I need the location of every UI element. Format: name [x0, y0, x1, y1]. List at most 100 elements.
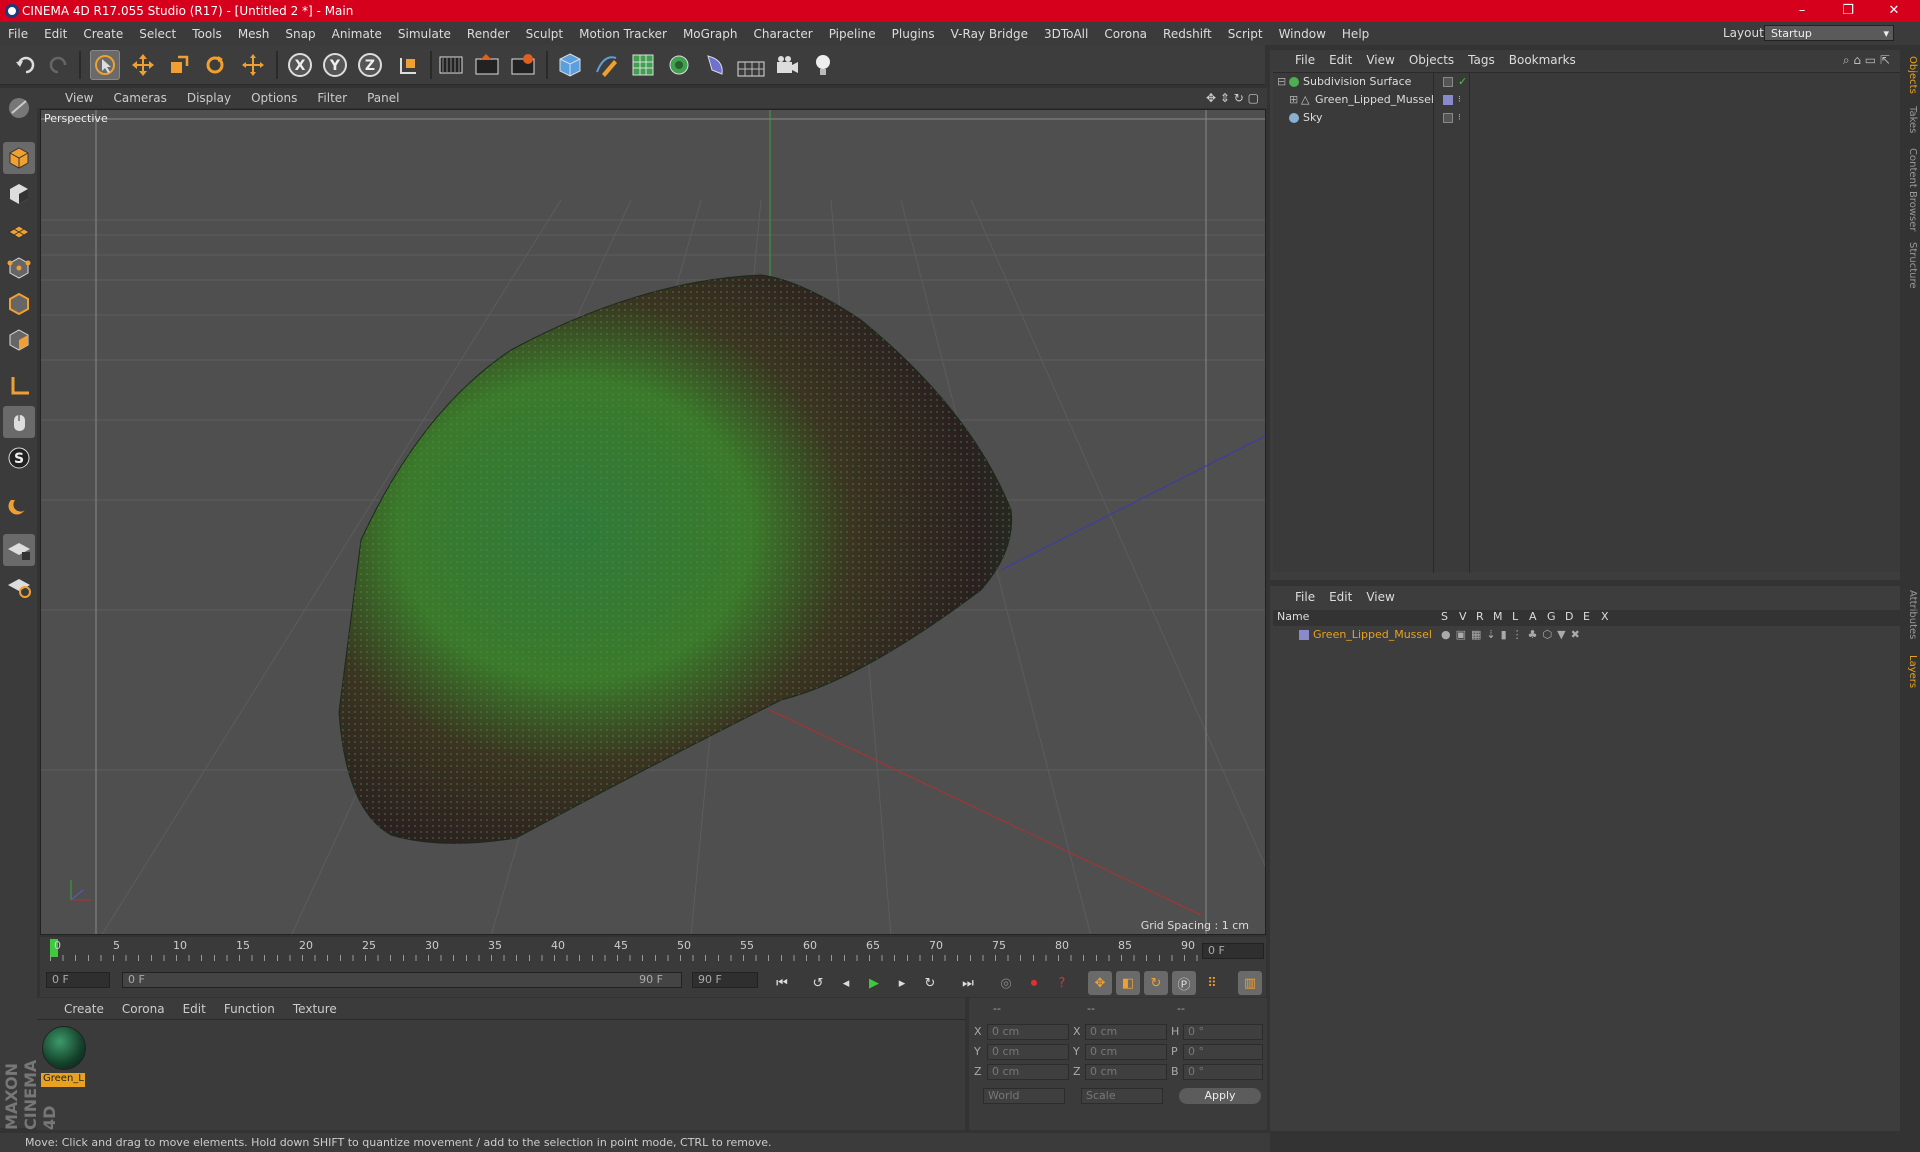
deformer-icon[interactable] — [700, 50, 730, 80]
layer-menu-view[interactable]: View — [1359, 590, 1401, 604]
snap-icon[interactable]: S — [3, 442, 35, 474]
layer-menu-edit[interactable]: Edit — [1322, 590, 1359, 604]
obj-menu-file[interactable]: File — [1288, 53, 1322, 67]
texture-mode-icon[interactable] — [3, 178, 35, 210]
live-select-icon[interactable] — [238, 50, 268, 80]
object-name[interactable]: Sky — [1303, 109, 1322, 127]
tab-layers[interactable]: Layers — [1902, 655, 1918, 688]
menu-select[interactable]: Select — [131, 27, 184, 41]
edges-mode-icon[interactable] — [3, 288, 35, 320]
next-key-icon[interactable]: ↻ — [918, 971, 942, 995]
size-x-field[interactable]: 0 cm — [1085, 1024, 1167, 1040]
coordinate-mode-dropdown[interactable]: World — [983, 1088, 1065, 1104]
undo-icon[interactable] — [10, 50, 40, 80]
menu-mograph[interactable]: MoGraph — [675, 27, 746, 41]
layer-swatch[interactable] — [1443, 95, 1453, 105]
rotate-icon[interactable] — [200, 50, 230, 80]
tab-objects[interactable]: Objects — [1902, 56, 1918, 94]
move-icon[interactable] — [128, 50, 158, 80]
play-icon[interactable]: ▶ — [862, 971, 886, 995]
floor-icon[interactable] — [736, 50, 766, 80]
menu-vray-bridge[interactable]: V-Ray Bridge — [943, 27, 1036, 41]
workplane-icon[interactable] — [3, 570, 35, 602]
rot-b-field[interactable]: 0 ° — [1183, 1064, 1263, 1080]
layout-dropdown[interactable]: Startup ▾ — [1764, 25, 1894, 41]
coordinate-system-icon[interactable] — [393, 50, 423, 80]
tree-row-subdivision-surface[interactable]: ⊟ Subdivision Surface ✓ — [1273, 73, 1900, 91]
end-frame-field[interactable]: 90 F — [692, 972, 758, 988]
autokey-icon[interactable]: ⏺ — [1022, 971, 1046, 995]
menu-simulate[interactable]: Simulate — [390, 27, 459, 41]
menu-script[interactable]: Script — [1220, 27, 1271, 41]
cube-icon[interactable] — [555, 50, 585, 80]
menu-3dtoall[interactable]: 3DToAll — [1036, 27, 1096, 41]
key-scale-icon[interactable]: ◧ — [1116, 971, 1140, 995]
obj-menu-tags[interactable]: Tags — [1461, 53, 1502, 67]
magnet-icon[interactable] — [3, 488, 35, 520]
rot-h-field[interactable]: 0 ° — [1183, 1024, 1263, 1040]
pos-y-field[interactable]: 0 cm — [987, 1044, 1069, 1060]
viewport-nav-icons[interactable]: ✥ ⇕ ↻ ▢ — [1206, 91, 1259, 105]
perspective-viewport[interactable]: Perspective Grid Spacing : 1 cm — [40, 109, 1266, 935]
rot-p-field[interactable]: 0 ° — [1183, 1044, 1263, 1060]
points-mode-icon[interactable] — [3, 252, 35, 284]
light-icon[interactable] — [808, 50, 838, 80]
menu-character[interactable]: Character — [745, 27, 820, 41]
layer-swatch[interactable] — [1443, 77, 1453, 87]
next-frame-icon[interactable]: ▸ — [890, 971, 914, 995]
current-frame-field[interactable]: 0 F — [1202, 943, 1264, 959]
layer-swatch[interactable] — [1443, 113, 1453, 123]
menu-redshift[interactable]: Redshift — [1155, 27, 1220, 41]
menu-animate[interactable]: Animate — [324, 27, 390, 41]
obj-menu-view[interactable]: View — [1359, 53, 1401, 67]
mograph-cloner-icon[interactable] — [664, 50, 694, 80]
menu-pipeline[interactable]: Pipeline — [821, 27, 884, 41]
menu-help[interactable]: Help — [1334, 27, 1377, 41]
key-position-icon[interactable]: ✥ — [1088, 971, 1112, 995]
record-keys-icon[interactable]: ◎ — [994, 971, 1018, 995]
go-to-end-icon[interactable]: ⏭ — [956, 971, 980, 995]
keyframe-selection-icon[interactable]: ? — [1050, 971, 1074, 995]
viewport-menu-display[interactable]: Display — [177, 91, 241, 105]
timeline-track[interactable]: 0 5 10 15 20 25 30 35 40 45 50 55 60 65 … — [50, 939, 1200, 965]
apply-button[interactable]: Apply — [1179, 1088, 1261, 1104]
maximize-button[interactable]: ❐ — [1826, 0, 1870, 22]
visibility-dots-icon[interactable]: ⁝ — [1458, 91, 1461, 109]
material-menu-function[interactable]: Function — [215, 1002, 284, 1016]
menu-create[interactable]: Create — [75, 27, 131, 41]
obj-menu-objects[interactable]: Objects — [1402, 53, 1461, 67]
material-menu-corona[interactable]: Corona — [113, 1002, 174, 1016]
layer-color-swatch[interactable] — [1299, 630, 1309, 640]
layer-menu-file[interactable]: File — [1288, 590, 1322, 604]
menu-plugins[interactable]: Plugins — [884, 27, 943, 41]
material-menu-edit[interactable]: Edit — [174, 1002, 215, 1016]
expand-icon[interactable]: ⊞ — [1289, 91, 1298, 109]
make-editable-icon[interactable] — [3, 92, 35, 124]
layer-name[interactable]: Green_Lipped_Mussel — [1313, 626, 1432, 644]
close-button[interactable]: ✕ — [1872, 0, 1916, 22]
size-mode-dropdown[interactable]: Scale — [1081, 1088, 1163, 1104]
y-axis-icon[interactable]: Y — [320, 50, 350, 80]
obj-menu-bookmarks[interactable]: Bookmarks — [1502, 53, 1583, 67]
viewport-menu-options[interactable]: Options — [241, 91, 307, 105]
workplane-mode-icon[interactable] — [3, 214, 35, 246]
x-axis-icon[interactable]: X — [285, 50, 315, 80]
menu-mesh[interactable]: Mesh — [230, 27, 278, 41]
pos-z-field[interactable]: 0 cm — [987, 1064, 1069, 1080]
tab-attributes[interactable]: Attributes — [1902, 590, 1918, 639]
material-thumbnail[interactable] — [42, 1026, 86, 1070]
visibility-dots-icon[interactable]: ⁝ — [1458, 109, 1461, 127]
tab-takes[interactable]: Takes — [1902, 106, 1918, 133]
obj-menu-edit[interactable]: Edit — [1322, 53, 1359, 67]
material-menu-texture[interactable]: Texture — [284, 1002, 346, 1016]
camera-icon[interactable] — [772, 50, 802, 80]
enabled-check-icon[interactable]: ✓ — [1458, 73, 1467, 91]
menu-file[interactable]: File — [0, 27, 36, 41]
model-mode-icon[interactable] — [3, 142, 35, 174]
layer-row[interactable]: Green_Lipped_Mussel ●▣▦⇣▮⋮♣⬡▼✖ — [1273, 626, 1900, 644]
menu-window[interactable]: Window — [1271, 27, 1334, 41]
object-name[interactable]: Subdivision Surface — [1303, 73, 1411, 91]
render-view-icon[interactable] — [436, 50, 466, 80]
menu-edit[interactable]: Edit — [36, 27, 75, 41]
tab-structure[interactable]: Structure — [1902, 242, 1918, 289]
